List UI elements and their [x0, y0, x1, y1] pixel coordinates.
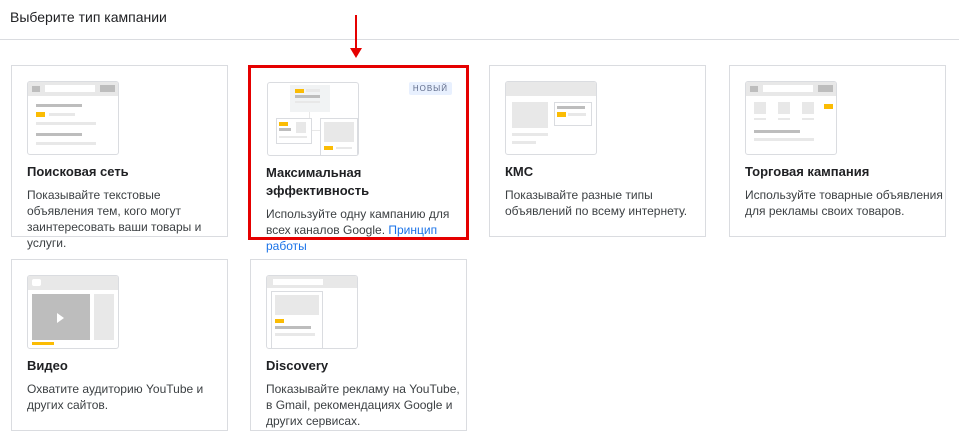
campaign-card-shopping[interactable]: Торговая кампания Используйте товарные о… [729, 65, 946, 237]
discovery-illustration [266, 275, 358, 349]
campaign-card-search[interactable]: Поисковая сеть Показывайте текстовые объ… [11, 65, 228, 250]
performance-max-illustration [267, 82, 359, 156]
card-description: Используйте одну кампанию для всех канал… [266, 206, 466, 254]
shopping-illustration [745, 81, 837, 155]
annotation-arrow-head [350, 48, 362, 58]
card-description: Используйте товарные объявления для рекл… [745, 188, 943, 218]
campaign-card-performance-max[interactable]: НОВЫЙ Максимальная эффективность Использ… [248, 65, 469, 253]
card-description: Показывайте разные типы объявлений по вс… [505, 188, 688, 218]
card-description: Показывайте текстовые объявления тем, ко… [27, 188, 202, 250]
card-title: Торговая кампания [745, 164, 870, 179]
video-illustration [27, 275, 119, 349]
card-title: Видео [27, 358, 68, 373]
annotation-arrow [355, 15, 357, 51]
page-title: Выберите тип кампании [10, 9, 167, 25]
search-illustration [27, 81, 119, 155]
campaign-card-video[interactable]: Видео Охватите аудиторию YouTube и други… [11, 259, 228, 431]
card-title: КМС [505, 164, 534, 179]
campaign-card-discovery[interactable]: Discovery Показывайте рекламу на YouTube… [250, 259, 467, 431]
new-badge: НОВЫЙ [408, 82, 452, 95]
card-title: Максимальная эффективность [266, 165, 370, 198]
campaign-card-display[interactable]: КМС Показывайте разные типы объявлений п… [489, 65, 706, 237]
card-title: Discovery [266, 358, 329, 373]
card-title: Поисковая сеть [27, 164, 129, 179]
card-description: Показывайте рекламу на YouTube, в Gmail,… [266, 382, 460, 428]
divider [0, 39, 959, 40]
card-description: Охватите аудиторию YouTube и других сайт… [27, 382, 204, 412]
play-icon [57, 313, 64, 323]
display-illustration [505, 81, 597, 155]
